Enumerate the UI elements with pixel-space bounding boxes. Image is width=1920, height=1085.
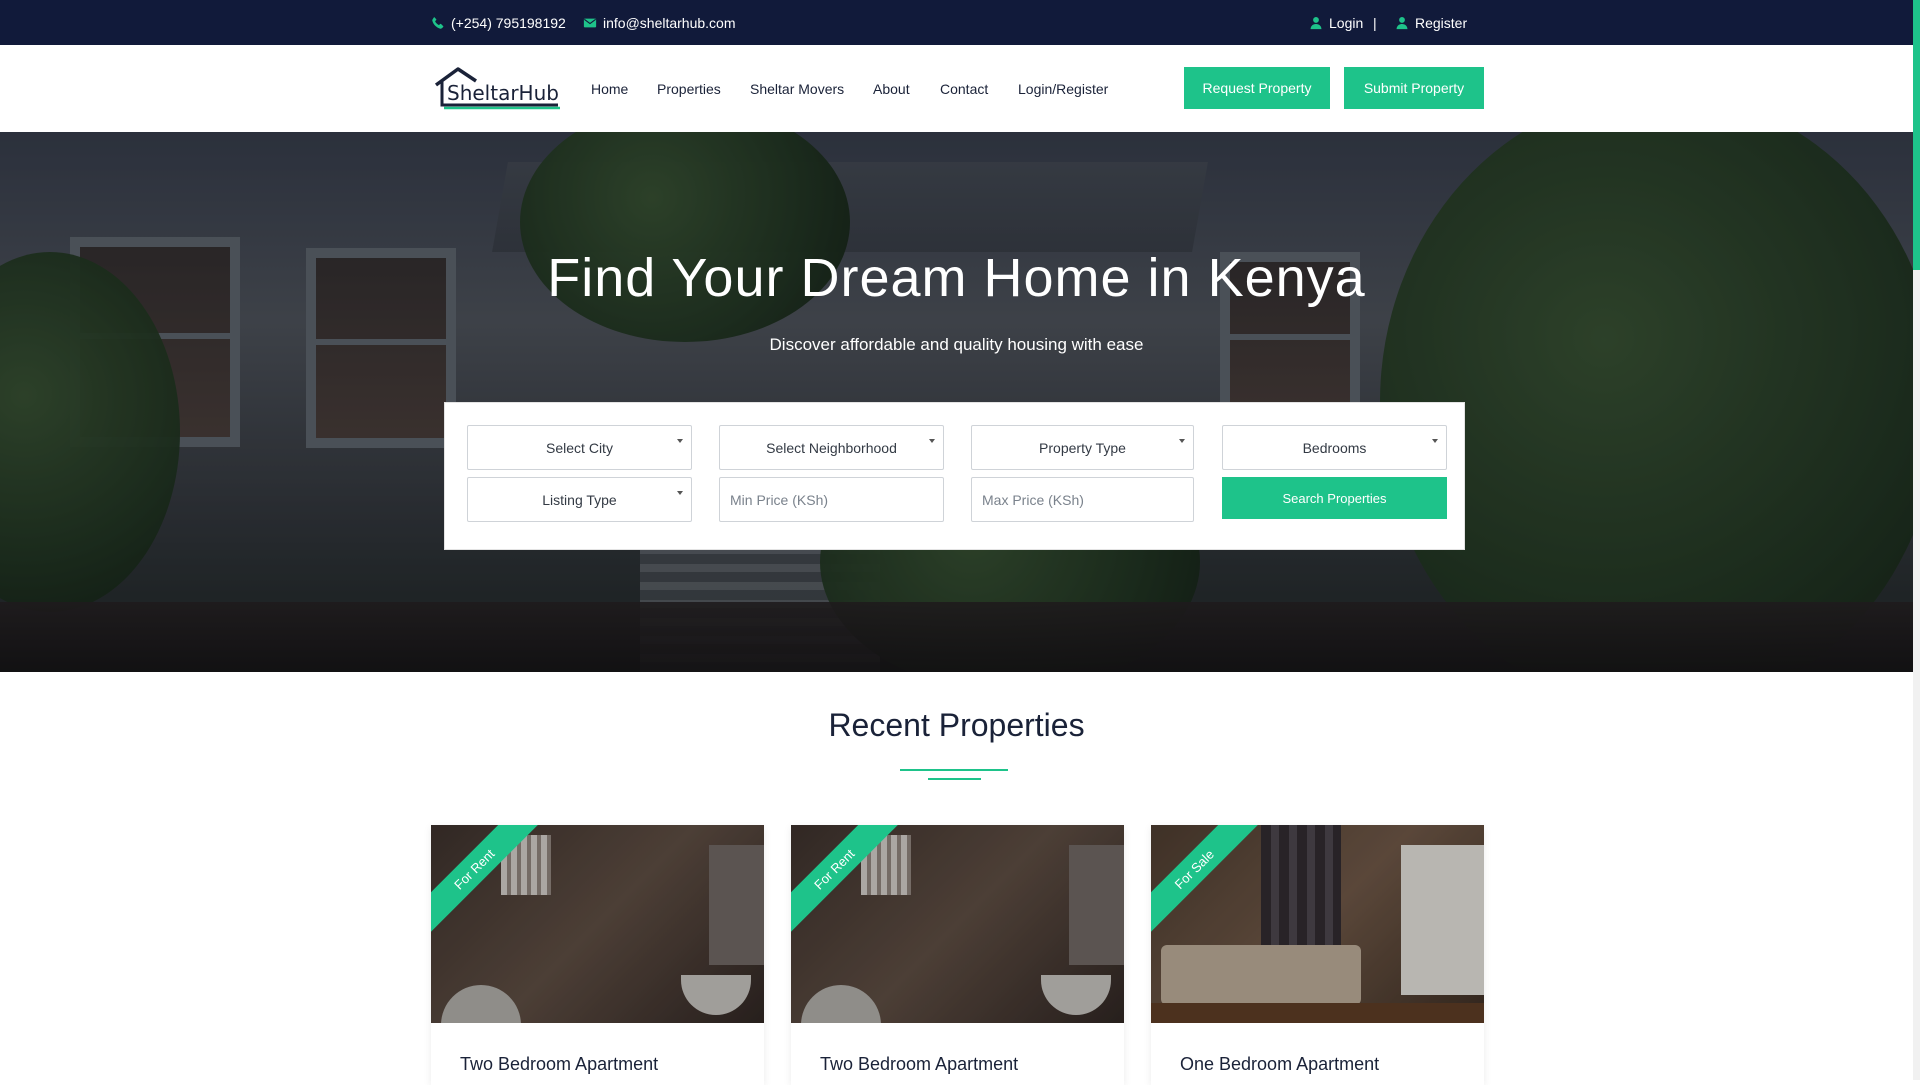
bedrooms-select-value: Bedrooms bbox=[1302, 439, 1367, 456]
phone-icon bbox=[431, 16, 445, 30]
max-price-placeholder: Max Price (KSh) bbox=[982, 491, 1084, 508]
neighborhood-select[interactable]: Select Neighborhood bbox=[719, 425, 944, 470]
nav-item-home[interactable]: Home bbox=[591, 45, 628, 132]
property-title[interactable]: Two Bedroom Apartment bbox=[460, 1054, 658, 1075]
property-photo[interactable]: For Rent bbox=[431, 825, 764, 1023]
section-title: Recent Properties bbox=[828, 707, 1085, 743]
property-photo[interactable]: For Sale bbox=[1151, 825, 1484, 1023]
contact-phone[interactable]: (+254) 795198192 bbox=[431, 0, 566, 45]
listing-type-select-value: Listing Type bbox=[542, 491, 617, 508]
envelope-icon bbox=[583, 16, 597, 30]
property-search-panel: Select City Select Neighborhood Property… bbox=[444, 402, 1465, 550]
caret-down-icon bbox=[1432, 439, 1438, 443]
property-type-select-value: Property Type bbox=[1039, 439, 1126, 456]
listing-type-select[interactable]: Listing Type bbox=[467, 477, 692, 522]
scrollbar-thumb[interactable] bbox=[1913, 0, 1920, 270]
topbar-separator: | bbox=[1373, 0, 1377, 45]
property-card[interactable]: For Sale One Bedroom Apartment bbox=[1151, 825, 1484, 1085]
section-divider bbox=[928, 778, 981, 780]
min-price-input[interactable]: Min Price (KSh) bbox=[719, 477, 944, 522]
property-title[interactable]: One Bedroom Apartment bbox=[1180, 1054, 1379, 1075]
property-card[interactable]: For Rent Two Bedroom Apartment bbox=[791, 825, 1124, 1085]
email-text: info@sheltarhub.com bbox=[603, 14, 736, 31]
top-bar: (+254) 795198192 info@sheltarhub.com Log… bbox=[0, 0, 1920, 45]
hero-title: Find Your Dream Home in Kenya bbox=[547, 248, 1366, 308]
user-icon bbox=[1395, 16, 1409, 30]
register-text: Register bbox=[1415, 14, 1468, 31]
caret-down-icon bbox=[677, 491, 683, 495]
logo-text: SheltarHub bbox=[447, 81, 559, 105]
main-nav: SheltarHub Home Properties Sheltar Mover… bbox=[0, 45, 1913, 132]
section-divider bbox=[900, 769, 1008, 771]
nav-item-login-register[interactable]: Login/Register bbox=[1018, 45, 1108, 132]
nav-item-contact[interactable]: Contact bbox=[940, 45, 988, 132]
neighborhood-select-value: Select Neighborhood bbox=[766, 439, 897, 456]
login-text: Login bbox=[1329, 14, 1364, 31]
separator-text: | bbox=[1373, 14, 1377, 31]
request-property-button[interactable]: Request Property bbox=[1184, 67, 1330, 109]
caret-down-icon bbox=[677, 439, 683, 443]
site-logo[interactable]: SheltarHub bbox=[434, 65, 562, 113]
user-icon bbox=[1309, 16, 1323, 30]
hero-subtitle: Discover affordable and quality housing … bbox=[769, 335, 1144, 354]
login-link[interactable]: Login bbox=[1309, 0, 1363, 45]
contact-email[interactable]: info@sheltarhub.com bbox=[583, 0, 736, 45]
city-select-value: Select City bbox=[546, 439, 613, 456]
min-price-placeholder: Min Price (KSh) bbox=[730, 491, 829, 508]
caret-down-icon bbox=[929, 439, 935, 443]
submit-property-button[interactable]: Submit Property bbox=[1344, 67, 1484, 109]
nav-item-about[interactable]: About bbox=[873, 45, 910, 132]
property-type-select[interactable]: Property Type bbox=[971, 425, 1194, 470]
city-select[interactable]: Select City bbox=[467, 425, 692, 470]
register-link[interactable]: Register bbox=[1395, 0, 1467, 45]
max-price-input[interactable]: Max Price (KSh) bbox=[971, 477, 1194, 522]
property-title[interactable]: Two Bedroom Apartment bbox=[820, 1054, 1018, 1075]
property-photo[interactable]: For Rent bbox=[791, 825, 1124, 1023]
bedrooms-select[interactable]: Bedrooms bbox=[1222, 425, 1447, 470]
nav-item-properties[interactable]: Properties bbox=[657, 45, 721, 132]
caret-down-icon bbox=[1179, 439, 1185, 443]
nav-item-sheltar-movers[interactable]: Sheltar Movers bbox=[750, 45, 844, 132]
property-card[interactable]: For Rent Two Bedroom Apartment bbox=[431, 825, 764, 1085]
phone-text: (+254) 795198192 bbox=[451, 14, 566, 31]
search-properties-button[interactable]: Search Properties bbox=[1222, 477, 1447, 519]
